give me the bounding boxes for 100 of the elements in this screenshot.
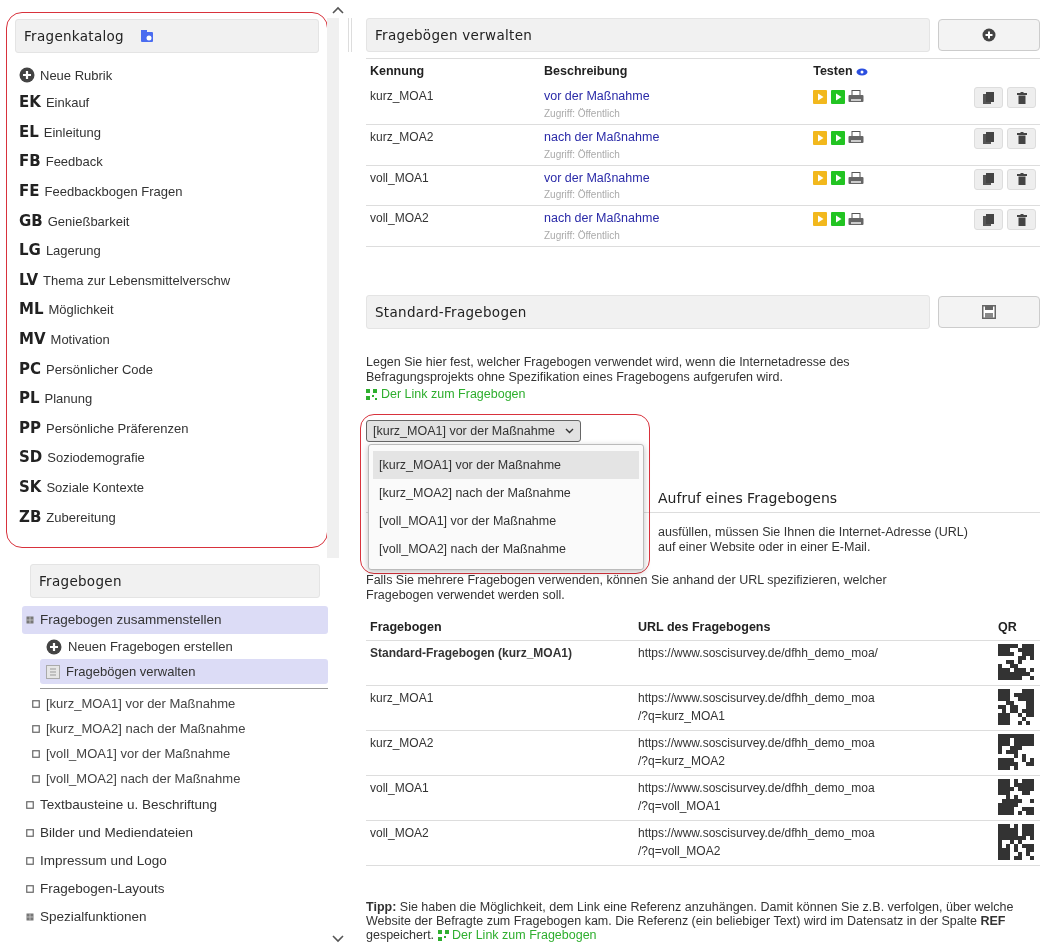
- delete-button[interactable]: [1007, 127, 1036, 149]
- url-text: /?q=voll_MOA2: [638, 842, 722, 860]
- catalog-item[interactable]: EL Einleitung: [15, 120, 319, 151]
- copy-button[interactable]: [974, 168, 1003, 190]
- catalog-item[interactable]: PL Planung: [15, 387, 319, 417]
- new-category-link[interactable]: Neue Rubrik: [15, 59, 319, 92]
- dropdown-option[interactable]: [kurz_MOA1] vor der Maßnahme: [373, 451, 639, 479]
- copy-icon: [983, 173, 994, 185]
- printer-icon[interactable]: [847, 171, 864, 185]
- qr-code: [998, 643, 1034, 680]
- catalog-item[interactable]: FE Feedbackbogen Fragen: [15, 180, 319, 210]
- table-cell: voll_MOA2: [370, 211, 429, 226]
- printer-icon[interactable]: [847, 90, 864, 104]
- trash-icon: [1016, 91, 1027, 104]
- questionnaire-link[interactable]: nach der Maßnahme: [544, 209, 806, 228]
- table-cell: kurz_MOA1: [370, 89, 434, 103]
- save-button[interactable]: [938, 296, 1040, 329]
- access-note: Zugriff: Öffentlich: [544, 229, 621, 243]
- collapsed-bullet-icon[interactable]: [26, 801, 34, 810]
- access-note: Zugriff: Öffentlich: [544, 147, 621, 162]
- catalog-item[interactable]: LV Thema zur Lebensmittelverschw: [15, 268, 319, 299]
- list-icon: [46, 664, 60, 679]
- table-cell: Standard-Fragebogen (kurz_MOA1): [370, 645, 573, 660]
- nav-subitem[interactable]: Fragebögen verwalten: [40, 659, 328, 685]
- plus-circle-icon: [982, 28, 996, 43]
- delete-button[interactable]: [1007, 168, 1036, 190]
- collapsed-bullet-icon[interactable]: [26, 829, 34, 838]
- square-bullet-icon: [32, 724, 40, 733]
- column-header: URL des Fragebogens: [638, 620, 771, 634]
- panel-header: Fragebogen: [30, 564, 320, 599]
- nav-item[interactable]: Fragebogen zusammenstellen: [22, 606, 328, 635]
- delete-button[interactable]: [1007, 209, 1036, 231]
- catalog-item[interactable]: GB Genießbarkeit: [15, 209, 319, 240]
- url-text: https://www.soscisurvey.de/dfhh_demo_moa: [638, 689, 876, 707]
- table-cell: voll_MOA2: [370, 825, 429, 840]
- copy-icon: [983, 213, 994, 226]
- questionnaire-item[interactable]: [kurz_MOA1] vor der Maßnahme: [22, 691, 328, 717]
- trash-icon: [1016, 213, 1027, 226]
- description-text: Legen Sie hier fest, welcher Fragebogen verwendet wird, wenn die Internetadresse des Befragungsprojekts ohne Spezifikation eines Fragebogens aufgerufen wird.: [366, 355, 851, 386]
- catalog-item[interactable]: FB Feedback: [15, 150, 319, 181]
- copy-button[interactable]: [974, 87, 1003, 108]
- catalog-item[interactable]: LG Lagerung: [15, 239, 319, 269]
- url-text: https://www.soscisurvey.de/dfhh_demo_moa: [638, 779, 876, 797]
- catalog-item[interactable]: SK Soziale Kontexte: [15, 475, 319, 506]
- nav-subitem[interactable]: Neuen Fragebogen erstellen: [40, 634, 328, 660]
- nav-item[interactable]: Spezialfunktionen: [22, 903, 328, 932]
- catalog-item[interactable]: SD Soziodemografie: [15, 446, 319, 476]
- scrollbar-thumb[interactable]: [327, 18, 339, 558]
- catalog-item[interactable]: PC Persönlicher Code: [15, 357, 319, 388]
- nav-item[interactable]: Textbausteine u. Beschriftung: [22, 791, 328, 820]
- dropdown-option[interactable]: [voll_MOA2] nach der Maßnahme: [373, 535, 639, 563]
- copy-icon: [983, 132, 994, 145]
- catalog-item[interactable]: MV Motivation: [15, 328, 319, 358]
- info-icon[interactable]: [856, 67, 869, 76]
- url-text: https://www.soscisurvey.de/dfhh_demo_moa/: [638, 644, 879, 662]
- catalog-item[interactable]: ML Möglichkeit: [15, 298, 319, 328]
- catalog-item[interactable]: ZB Zubereitung: [15, 505, 319, 536]
- questionnaire-link[interactable]: vor der Maßnahme: [544, 87, 806, 106]
- nav-item[interactable]: Fragebogen-Layouts: [22, 875, 328, 904]
- collapsed-bullet-icon[interactable]: [26, 857, 34, 866]
- catalog-item[interactable]: PP Persönliche Präferenzen: [15, 416, 319, 447]
- scroll-down-icon[interactable]: [332, 935, 344, 943]
- expanded-bullet-icon[interactable]: [26, 913, 34, 922]
- copy-button[interactable]: [974, 127, 1003, 149]
- table-cell: voll_MOA1: [370, 780, 429, 795]
- table-cell: kurz_MOA2: [370, 129, 434, 144]
- questionnaire-item[interactable]: [voll_MOA2] nach der Maßnahme: [22, 766, 328, 792]
- expanded-bullet-icon[interactable]: [26, 616, 34, 625]
- folder-icon[interactable]: [139, 29, 154, 44]
- section-header: Standard-Fragebogen: [366, 295, 930, 330]
- url-text: https://www.soscisurvey.de/dfhh_demo_moa: [638, 824, 876, 842]
- square-bullet-icon: [32, 749, 40, 758]
- nav-item[interactable]: Bilder und Mediendateien: [22, 819, 328, 848]
- printer-icon[interactable]: [847, 131, 864, 145]
- trash-icon: [1016, 132, 1027, 145]
- description-text: Falls Sie mehrere Fragebogen verwenden, können Sie anhand der URL spezifizieren, welcher Fragebogen verwendet werden soll.: [366, 573, 888, 603]
- add-button[interactable]: [938, 19, 1040, 52]
- questionnaire-item[interactable]: [voll_MOA1] vor der Maßnahme: [22, 741, 328, 767]
- qr-code: [998, 823, 1034, 860]
- printer-icon[interactable]: [847, 212, 864, 226]
- delete-button[interactable]: [1007, 87, 1036, 108]
- url-text: /?q=voll_MOA1: [638, 797, 722, 815]
- chevron-down-icon: [565, 428, 574, 434]
- scroll-up-icon[interactable]: [332, 6, 344, 14]
- plus-circle-icon: [46, 638, 62, 655]
- collapsed-bullet-icon[interactable]: [26, 885, 34, 894]
- questionnaire-select[interactable]: [kurz_MOA1] vor der Maßnahme: [366, 420, 581, 442]
- nav-item[interactable]: Impressum und Logo: [22, 847, 328, 876]
- access-note: Zugriff: Öffentlich: [544, 188, 621, 203]
- qr-code: [998, 688, 1034, 725]
- questionnaire-link[interactable]: nach der Maßnahme: [544, 127, 806, 147]
- catalog-item[interactable]: EK Einkauf: [15, 91, 319, 121]
- column-header: Beschreibung: [544, 64, 628, 79]
- text-fragment: auf einer Website oder in einer E-Mail.: [658, 540, 871, 555]
- questionnaire-item[interactable]: [kurz_MOA2] nach der Maßnahme: [22, 716, 328, 742]
- url-text: https://www.soscisurvey.de/dfhh_demo_moa: [638, 734, 876, 752]
- column-header: QR: [998, 620, 1017, 634]
- questionnaire-link[interactable]: vor der Maßnahme: [544, 168, 806, 188]
- qr-code: [998, 778, 1034, 815]
- copy-button[interactable]: [974, 209, 1003, 231]
